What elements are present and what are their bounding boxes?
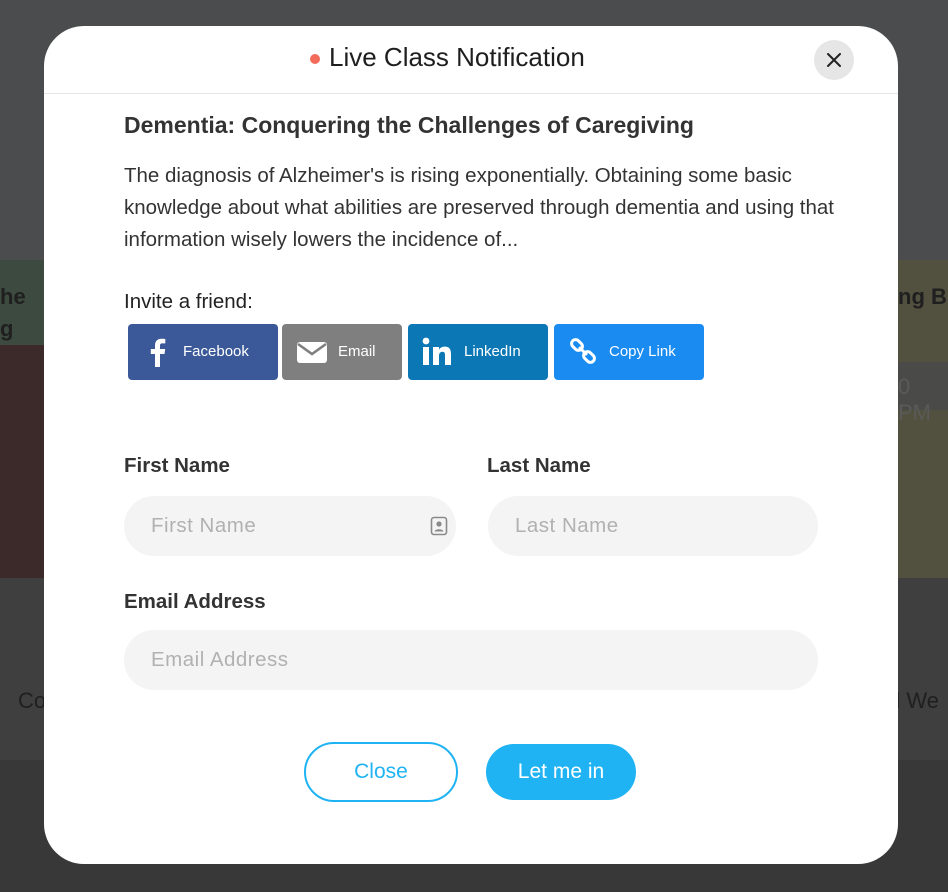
first-name-input[interactable]	[124, 496, 456, 556]
class-title: Dementia: Conquering the Challenges of C…	[124, 112, 694, 138]
modal-close-button[interactable]	[814, 40, 854, 80]
live-class-modal: Live Class Notification Dementia: Conque…	[44, 26, 898, 864]
copy-link-label: Copy Link	[609, 343, 676, 360]
first-name-label: First Name	[124, 454, 230, 477]
modal-header: Live Class Notification	[44, 26, 898, 94]
share-email-button[interactable]: Email	[282, 324, 402, 380]
let-me-in-button[interactable]: Let me in	[486, 744, 636, 800]
background-card-left-title-line2: g	[0, 316, 14, 341]
class-description: The diagnosis of Alzheimer's is rising e…	[124, 164, 834, 251]
share-email-label: Email	[338, 343, 376, 360]
modal-title: Live Class Notification	[329, 42, 585, 72]
share-facebook-label: Facebook	[183, 343, 249, 360]
facebook-icon	[150, 338, 166, 367]
email-input[interactable]	[124, 630, 818, 690]
last-name-input[interactable]	[488, 496, 818, 556]
link-icon	[570, 338, 596, 364]
share-facebook-button[interactable]: Facebook	[128, 324, 278, 380]
copy-link-button[interactable]: Copy Link	[554, 324, 704, 380]
invite-label: Invite a friend:	[124, 290, 253, 313]
last-name-label: Last Name	[487, 454, 591, 477]
envelope-icon	[297, 342, 327, 363]
background-left-bottom-text: Co	[18, 688, 47, 713]
live-indicator-dot	[310, 54, 320, 64]
close-icon	[827, 53, 841, 67]
background-card-left-title-line1: he	[0, 284, 26, 309]
share-linkedin-button[interactable]: LinkedIn	[408, 324, 548, 380]
close-button[interactable]: Close	[304, 742, 458, 802]
background-card-right-title: ng B	[898, 284, 947, 309]
background-card-right-time: 0 PM	[898, 374, 931, 425]
contact-card-icon[interactable]	[430, 516, 448, 536]
email-label: Email Address	[124, 590, 266, 613]
share-linkedin-label: LinkedIn	[464, 343, 521, 360]
linkedin-icon	[422, 337, 451, 365]
